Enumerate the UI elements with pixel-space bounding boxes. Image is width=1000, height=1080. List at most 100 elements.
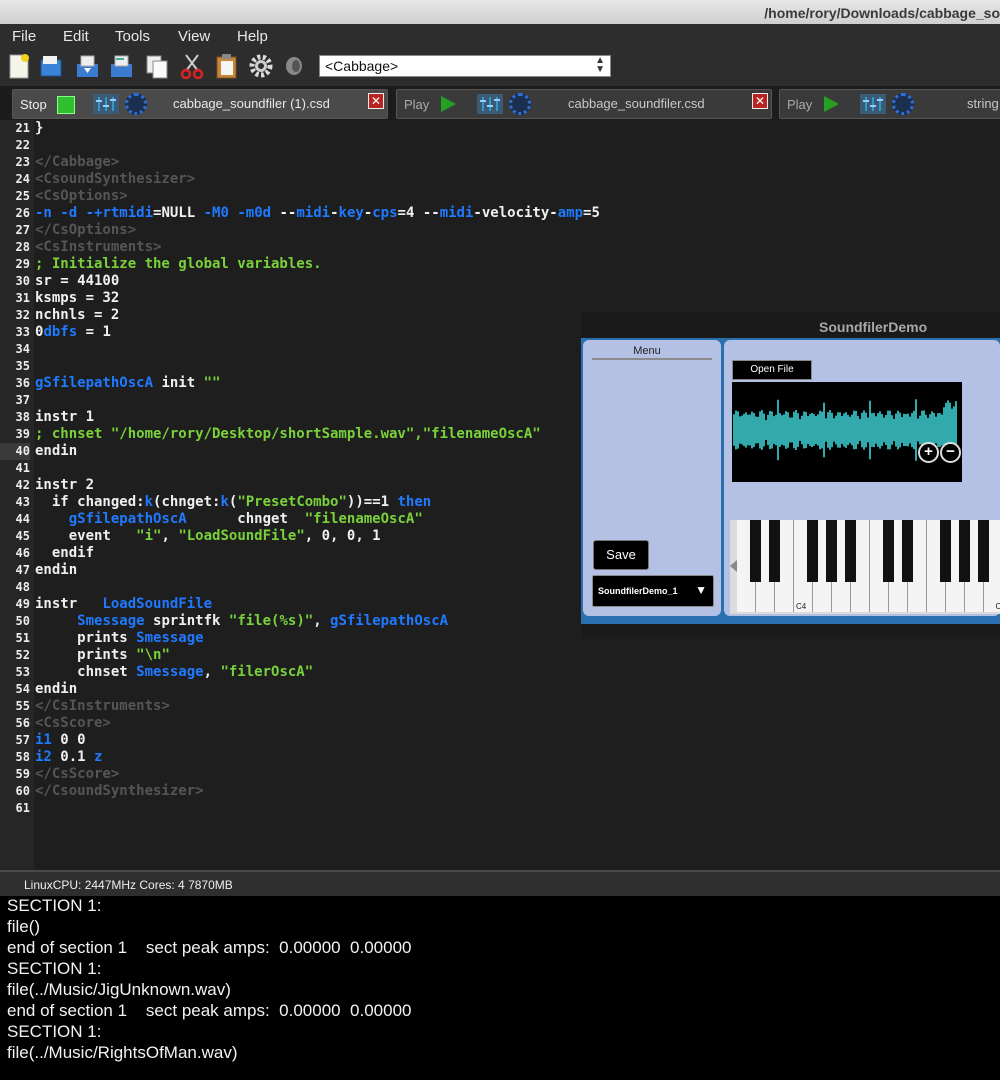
gear-icon[interactable] — [892, 93, 914, 115]
line-number: 25 — [15, 189, 30, 203]
waveform-display[interactable]: + − — [732, 382, 962, 482]
plugin-body: Menu Save SoundfilerDemo_1 ▼ Open File +… — [581, 338, 1000, 624]
line-number: 52 — [15, 648, 30, 662]
status-bar: LinuxCPU: 2447MHz Cores: 4 7870MB — [0, 870, 1000, 898]
menu-edit[interactable]: Edit — [63, 28, 89, 45]
code-line: gSfilepathOscA init "" — [35, 375, 221, 391]
code-line: sr = 44100 — [35, 273, 120, 289]
save-button[interactable]: Save — [593, 540, 649, 570]
console-line: end of section 1 sect peak amps: 0.00000… — [7, 938, 412, 957]
line-number: 47 — [15, 563, 30, 577]
save-as-icon[interactable] — [108, 52, 134, 80]
code-line: <CsInstruments> — [35, 239, 162, 255]
code-line: <CsoundSynthesizer> — [35, 171, 196, 187]
line-number: 58 — [15, 750, 30, 764]
black-key[interactable] — [807, 520, 818, 582]
tab-string[interactable]: Play string — [779, 89, 1000, 119]
close-icon[interactable]: ✕ — [752, 93, 768, 109]
black-key[interactable] — [883, 520, 894, 582]
menu-panel: Menu Save SoundfilerDemo_1 ▼ — [583, 340, 721, 616]
code-line: -n -d -+rtmidi=NULL -M0 -m0d --midi-key-… — [35, 205, 600, 221]
cut-icon[interactable] — [179, 52, 205, 80]
play-button[interactable]: Play — [401, 94, 463, 114]
console-line: SECTION 1: — [7, 959, 102, 978]
menu-help[interactable]: Help — [237, 28, 268, 45]
code-line: prints "\n" — [35, 647, 170, 663]
gear-icon[interactable] — [125, 93, 147, 115]
stop-square-icon — [57, 96, 75, 114]
line-number: 43 — [15, 495, 30, 509]
sliders-icon[interactable] — [93, 94, 119, 114]
play-button[interactable]: Play — [784, 94, 846, 114]
line-number: 30 — [15, 274, 30, 288]
scroll-left-icon[interactable] — [730, 560, 737, 572]
menu-file[interactable]: File — [12, 28, 36, 45]
line-number: 48 — [15, 580, 30, 594]
line-number: 51 — [15, 631, 30, 645]
midi-keyboard[interactable]: C4 C5 — [730, 520, 1000, 614]
audio-icon[interactable] — [282, 52, 308, 80]
preset-combo[interactable]: SoundfilerDemo_1 ▼ — [592, 575, 714, 607]
line-number: 41 — [15, 461, 30, 475]
code-line: instr LoadSoundFile — [35, 596, 213, 612]
zoom-in-icon[interactable]: + — [918, 442, 939, 463]
console-line: file() — [7, 917, 41, 936]
csound-output-console[interactable]: SECTION 1: file() end of section 1 sect … — [0, 896, 1000, 1080]
close-icon[interactable]: ✕ — [368, 93, 384, 109]
tab-cabbage-soundfiler-1[interactable]: Stop cabbage_soundfiler (1).csd ✕ — [12, 89, 388, 119]
preset-combo-value: SoundfilerDemo_1 — [598, 586, 678, 596]
paste-icon[interactable] — [214, 52, 240, 80]
copy-icon[interactable] — [144, 52, 170, 80]
code-line: ; Initialize the global variables. — [35, 256, 322, 272]
code-line: endin — [35, 681, 78, 697]
code-line: nchnls = 2 — [35, 307, 120, 323]
black-key[interactable] — [845, 520, 856, 582]
black-key[interactable] — [940, 520, 951, 582]
combo-arrows-icon: ▲ ▼ — [595, 55, 605, 75]
black-key[interactable] — [978, 520, 989, 582]
black-key[interactable] — [826, 520, 837, 582]
tab-cabbage-soundfiler[interactable]: Play cabbage_soundfiler.csd ✕ — [396, 89, 772, 119]
code-line: gSfilepathOscA chnget "filenameOscA" — [68, 511, 423, 527]
toolbar: <Cabbage> ▲ ▼ — [0, 48, 1000, 86]
key-label: C4 — [796, 602, 807, 611]
menu-bar: File Edit Tools View Help — [0, 24, 1000, 48]
black-key[interactable] — [750, 520, 761, 582]
open-file-icon[interactable] — [38, 52, 64, 80]
window-title-bar: /home/rory/Downloads/cabbage_so — [0, 0, 1000, 25]
line-number: 45 — [15, 529, 30, 543]
code-line: i2 0.1 z — [35, 749, 103, 765]
sliders-icon[interactable] — [477, 94, 503, 114]
menu-tools[interactable]: Tools — [115, 28, 150, 45]
open-file-button[interactable]: Open File — [732, 360, 812, 380]
code-line: if changed:k(chnget:k("PresetCombo"))==1… — [35, 494, 432, 510]
zoom-out-icon[interactable]: − — [940, 442, 961, 463]
line-number: 61 — [15, 801, 30, 815]
sliders-icon[interactable] — [860, 94, 886, 114]
code-line: event "i", "LoadSoundFile", 0, 0, 1 — [35, 528, 381, 544]
black-key[interactable] — [959, 520, 970, 582]
key-label: C5 — [995, 602, 1000, 611]
black-key[interactable] — [769, 520, 780, 582]
line-number: 60 — [15, 784, 30, 798]
new-file-icon[interactable] — [6, 52, 32, 80]
black-key[interactable] — [902, 520, 913, 582]
line-number: 32 — [15, 308, 30, 322]
plugin-window: SoundfilerDemo Menu Save SoundfilerDemo_… — [581, 312, 1000, 639]
line-number: 55 — [15, 699, 30, 713]
project-combo[interactable]: <Cabbage> ▲ ▼ — [319, 55, 611, 77]
dropdown-arrow-icon: ▼ — [695, 583, 707, 597]
line-number: 27 — [15, 223, 30, 237]
code-line: <CsScore> — [35, 715, 111, 731]
console-line: SECTION 1: — [7, 1022, 102, 1041]
code-line: endif — [35, 545, 95, 561]
menu-view[interactable]: View — [178, 28, 210, 45]
code-line: instr 2 — [35, 477, 95, 493]
save-icon[interactable] — [74, 52, 100, 80]
play-triangle-icon — [824, 96, 839, 112]
gear-icon[interactable] — [509, 93, 531, 115]
stop-button[interactable]: Stop — [17, 94, 79, 114]
settings-icon[interactable] — [248, 52, 274, 80]
line-number: 40 — [0, 443, 30, 460]
tab-label: string — [967, 96, 999, 111]
